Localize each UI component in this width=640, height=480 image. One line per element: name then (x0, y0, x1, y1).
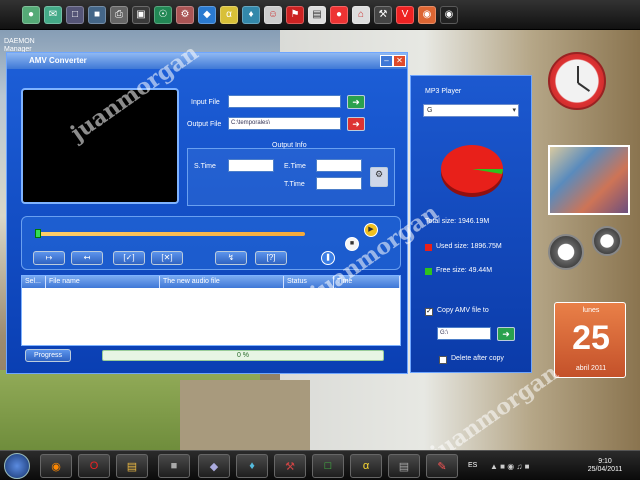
cpu-dial (548, 234, 584, 270)
window-title: AMV Converter (7, 53, 407, 69)
calendar-month: abril 2011 (575, 365, 607, 372)
globe-icon[interactable]: ☉ (154, 5, 172, 24)
disk-usage-pie (441, 145, 503, 197)
star-icon[interactable]: α (220, 5, 238, 24)
net-icon[interactable]: ♦ (242, 5, 260, 24)
print-icon[interactable]: ⎙ (110, 5, 128, 24)
calendar-date: 25 (572, 319, 610, 357)
convert-button[interactable]: ↯ (215, 251, 247, 265)
output-info-label: Output Info (272, 142, 307, 149)
minimize-button[interactable]: – (380, 55, 393, 67)
select-button[interactable]: [✓] (113, 251, 145, 265)
home-icon[interactable]: ⌂ (352, 5, 370, 24)
seek-track[interactable] (37, 232, 305, 236)
start-button[interactable] (4, 453, 30, 479)
output-file-field[interactable]: C:\temporales\ (228, 117, 341, 130)
input-file-label: Input File (191, 99, 220, 106)
delete-label: Delete after copy (451, 355, 504, 362)
progress-bar: 0 % (102, 350, 384, 361)
firefox-icon[interactable]: ◉ (40, 454, 72, 478)
output-info-panel: Output Info S.Time E.Time T.Time ⚙ (187, 142, 395, 206)
copy-path-field[interactable]: G:\ (437, 327, 491, 340)
taskbar: ◉ O ▤ ■ ◆ ♦ ⚒ □ α ▤ ✎ ES ▲ ■ ◉ ♫ ■ (0, 450, 640, 480)
input-file-field[interactable] (228, 95, 341, 108)
gear-icon[interactable]: ⚙ (176, 5, 194, 24)
t-time-label: T.Time (284, 181, 305, 188)
copy-label: Copy AMV file to (437, 307, 489, 314)
pin-icon[interactable]: ● (22, 5, 40, 24)
tool-icon[interactable]: ⚒ (374, 5, 392, 24)
e-time-label: E.Time (284, 163, 306, 170)
close-icon[interactable]: ✕ (393, 55, 406, 67)
output-file-label: Output File (187, 121, 222, 128)
deselect-button[interactable]: [✕] (151, 251, 183, 265)
game-icon[interactable]: ♦ (236, 454, 268, 478)
monitor-icon[interactable]: □ (66, 5, 84, 24)
person-icon[interactable]: ☺ (264, 5, 282, 24)
doc-icon[interactable]: ▤ (388, 454, 420, 478)
memory-dial (592, 226, 622, 256)
slideshow-gadget[interactable] (548, 145, 630, 215)
flag-icon[interactable]: ⚑ (286, 5, 304, 24)
free-size: Free size: 49.44M (436, 267, 493, 274)
photo-icon[interactable]: ■ (88, 5, 106, 24)
mark-end-button[interactable]: ↤ (71, 251, 103, 265)
copy-checkbox[interactable]: ✓ (425, 308, 433, 316)
v-icon[interactable]: V (396, 5, 414, 24)
drive-value: G (427, 107, 433, 114)
settings-icon[interactable]: ⚙ (370, 167, 388, 187)
free-swatch (425, 268, 432, 275)
quick-launch-bar: ● ✉ □ ■ ⎙ ▣ ☉ ⚙ ◆ α ♦ ☺ ⚑ ▤ ● ⌂ ⚒ V ◉ ◉ (0, 0, 640, 30)
network-icon[interactable]: ◆ (198, 454, 230, 478)
browse-input-button[interactable]: ➜ (347, 95, 365, 109)
mp3-title: MP3 Player (425, 88, 462, 95)
help-button[interactable]: [?] (255, 251, 287, 265)
seek-handle[interactable] (35, 229, 41, 238)
amv-converter-window: AMV Converter – ✕ Input File ➜ Output Fi… (6, 52, 408, 374)
paint-icon[interactable]: ✎ (426, 454, 458, 478)
s-time-field[interactable] (228, 159, 274, 172)
monitor-icon[interactable]: □ (312, 454, 344, 478)
mark-start-button[interactable]: ↦ (33, 251, 65, 265)
app-icon[interactable]: ■ (158, 454, 190, 478)
drive-select[interactable]: G ▾ (423, 104, 519, 117)
used-swatch (425, 244, 432, 251)
mail-icon[interactable]: ✉ (44, 5, 62, 24)
copy-browse-button[interactable]: ➜ (497, 327, 515, 341)
tray-clock[interactable]: 9:10 25/04/2011 (572, 458, 638, 474)
progress-button[interactable]: Progress (25, 349, 71, 362)
delete-checkbox[interactable] (439, 356, 447, 364)
chat-icon[interactable]: ◆ (198, 5, 216, 24)
tray-icons[interactable]: ▲ ■ ◉ ♫ ■ (490, 462, 564, 471)
calendar-day: lunes (582, 307, 600, 314)
clock-hand (577, 66, 579, 83)
tray-date: 25/04/2011 (587, 466, 623, 473)
clock-hand (577, 82, 591, 92)
col-new-audio[interactable]: The new audio file (160, 276, 284, 288)
e-time-field[interactable] (316, 159, 362, 172)
disk-icon[interactable]: ▤ (308, 5, 326, 24)
t-time-field[interactable] (316, 177, 362, 190)
folder-icon[interactable]: ▤ (116, 454, 148, 478)
browse-output-button[interactable]: ➜ (347, 117, 365, 131)
col-file-name[interactable]: File name (46, 276, 160, 288)
language-indicator[interactable]: ES (468, 462, 477, 469)
calendar-gadget[interactable]: lunes 25 abril 2011 (554, 302, 626, 378)
browser-icon[interactable]: ◉ (418, 5, 436, 24)
wallpaper-stone (180, 380, 310, 450)
col-select[interactable]: Sel... (22, 276, 46, 288)
tray-time: 9:10 (598, 458, 612, 465)
paint-icon[interactable]: ● (330, 5, 348, 24)
chevron-down-icon: ▾ (512, 107, 516, 114)
eye-icon[interactable]: ◉ (440, 5, 458, 24)
used-size: Used size: 1896.75M (436, 243, 502, 250)
film-icon[interactable]: ▣ (132, 5, 150, 24)
s-time-label: S.Time (194, 163, 216, 170)
tool-icon[interactable]: ⚒ (274, 454, 306, 478)
pause-icon[interactable]: ❚ (321, 251, 335, 265)
clock-gadget[interactable] (548, 52, 606, 110)
winamp-icon[interactable]: α (350, 454, 382, 478)
cpu-meter-gadget[interactable] (548, 226, 634, 272)
opera-icon[interactable]: O (78, 454, 110, 478)
